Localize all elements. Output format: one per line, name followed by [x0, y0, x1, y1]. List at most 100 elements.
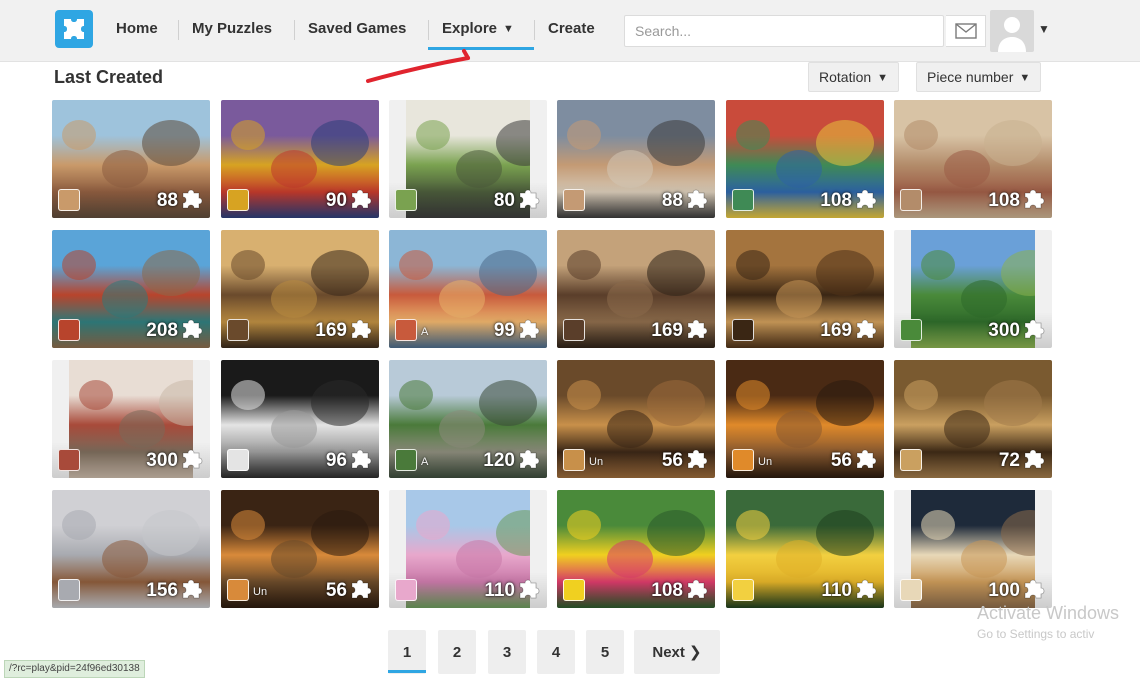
- puzzle-card[interactable]: 208: [52, 230, 210, 348]
- status-bar-url: /?rc=play&pid=24f96ed30138: [4, 660, 145, 678]
- thumbnail-detail: [231, 250, 265, 280]
- puzzle-piece-icon: [856, 579, 877, 599]
- puzzle-card[interactable]: 100: [894, 490, 1052, 608]
- page-2-button[interactable]: 2: [438, 630, 476, 674]
- thumbnail-detail: [984, 120, 1042, 166]
- thumbnail-detail: [816, 380, 874, 426]
- creator-avatar[interactable]: [900, 579, 922, 601]
- creator-avatar[interactable]: [227, 449, 249, 471]
- page-active-indicator: [388, 670, 426, 673]
- puzzle-piece-icon: [182, 319, 203, 339]
- thumbnail-detail: [736, 250, 770, 280]
- puzzle-piece-icon: [182, 449, 203, 469]
- puzzle-card[interactable]: Un 56: [557, 360, 715, 478]
- creator-avatar[interactable]: [58, 189, 80, 211]
- caret-down-icon[interactable]: ▼: [1038, 22, 1050, 36]
- user-silhouette-icon: [998, 17, 1026, 52]
- puzzle-card[interactable]: Un 56: [221, 490, 379, 608]
- page-1-button[interactable]: 1: [388, 630, 426, 674]
- puzzle-card[interactable]: 110: [726, 490, 884, 608]
- puzzle-card[interactable]: 90: [221, 100, 379, 218]
- page-5-button[interactable]: 5: [586, 630, 624, 674]
- creator-avatar[interactable]: [900, 189, 922, 211]
- piece-count: 208: [146, 320, 178, 341]
- creator-avatar[interactable]: [563, 579, 585, 601]
- page-4-button[interactable]: 4: [537, 630, 575, 674]
- puzzle-card[interactable]: A 120: [389, 360, 547, 478]
- puzzle-card[interactable]: 300: [894, 230, 1052, 348]
- puzzle-piece-icon: [856, 319, 877, 339]
- puzzle-piece-icon: [351, 449, 372, 469]
- puzzle-card[interactable]: 88: [557, 100, 715, 218]
- piece-number-dropdown[interactable]: Piece number ▼: [916, 62, 1042, 92]
- activate-windows-subtitle: Go to Settings to activ: [977, 627, 1095, 641]
- thumbnail-detail: [231, 510, 265, 540]
- puzzle-card[interactable]: 169: [726, 230, 884, 348]
- puzzle-card[interactable]: 300: [52, 360, 210, 478]
- puzzle-card[interactable]: 108: [894, 100, 1052, 218]
- puzzle-card[interactable]: Un 56: [726, 360, 884, 478]
- puzzle-card[interactable]: 169: [221, 230, 379, 348]
- puzzle-piece-icon: [856, 189, 877, 209]
- piece-count: 110: [484, 580, 515, 601]
- piece-count: 96: [325, 450, 347, 471]
- activate-windows-title: Activate Windows: [977, 603, 1120, 623]
- creator-avatar[interactable]: [58, 449, 80, 471]
- puzzle-card[interactable]: A 99: [389, 230, 547, 348]
- creator-avatar[interactable]: [227, 579, 249, 601]
- creator-avatar[interactable]: [900, 449, 922, 471]
- thumbnail-detail: [904, 380, 938, 410]
- creator-avatar[interactable]: [395, 189, 417, 211]
- creator-avatar[interactable]: [58, 319, 80, 341]
- creator-avatar[interactable]: [732, 319, 754, 341]
- nav-create[interactable]: Create: [548, 20, 595, 42]
- puzzle-card[interactable]: 80: [389, 100, 547, 218]
- piece-count: 100: [988, 580, 1020, 601]
- thumbnail-detail: [567, 380, 601, 410]
- next-page-button[interactable]: Next ❯: [634, 630, 720, 674]
- creator-avatar[interactable]: [563, 319, 585, 341]
- messages-button[interactable]: [946, 15, 986, 47]
- nav-my-puzzles[interactable]: My Puzzles: [192, 20, 272, 42]
- creator-avatar[interactable]: [563, 449, 585, 471]
- creator-avatar[interactable]: [227, 319, 249, 341]
- creator-avatar[interactable]: [395, 449, 417, 471]
- puzzle-card[interactable]: 72: [894, 360, 1052, 478]
- piece-count: 300: [988, 320, 1020, 341]
- creator-avatar[interactable]: [58, 579, 80, 601]
- creator-avatar[interactable]: [900, 319, 922, 341]
- creator-avatar[interactable]: [395, 319, 417, 341]
- thumbnail-detail: [159, 380, 193, 426]
- creator-avatar[interactable]: [732, 579, 754, 601]
- creator-avatar[interactable]: [227, 189, 249, 211]
- thumbnail-detail: [816, 250, 874, 296]
- page-3-button[interactable]: 3: [488, 630, 526, 674]
- nav-saved-games[interactable]: Saved Games: [308, 20, 406, 42]
- piece-count: 88: [661, 190, 683, 211]
- nav-explore[interactable]: Explore ▼: [442, 20, 514, 42]
- puzzle-card[interactable]: 108: [726, 100, 884, 218]
- puzzle-card[interactable]: 108: [557, 490, 715, 608]
- thumbnail-detail: [479, 250, 537, 296]
- search-input[interactable]: [624, 15, 944, 47]
- puzzle-card[interactable]: 110: [389, 490, 547, 608]
- top-navbar: Home My Puzzles Saved Games Explore ▼ Cre…: [0, 0, 1140, 62]
- piece-number-dropdown-label: Piece number: [927, 69, 1014, 85]
- puzzle-card[interactable]: 88: [52, 100, 210, 218]
- site-logo[interactable]: [55, 10, 93, 48]
- puzzle-card[interactable]: 169: [557, 230, 715, 348]
- thumbnail-detail: [231, 380, 265, 410]
- creator-avatar[interactable]: [732, 189, 754, 211]
- thumbnail-detail: [62, 120, 96, 150]
- puzzle-card[interactable]: 156: [52, 490, 210, 608]
- thumbnail-detail: [62, 510, 96, 540]
- creator-name: Un: [589, 456, 604, 468]
- rotation-dropdown[interactable]: Rotation ▼: [808, 62, 900, 92]
- puzzle-card[interactable]: 96: [221, 360, 379, 478]
- creator-avatar[interactable]: [563, 189, 585, 211]
- thumbnail-detail: [816, 120, 874, 166]
- creator-avatar[interactable]: [732, 449, 754, 471]
- user-avatar-button[interactable]: [990, 10, 1034, 52]
- creator-avatar[interactable]: [395, 579, 417, 601]
- nav-home[interactable]: Home: [116, 20, 158, 42]
